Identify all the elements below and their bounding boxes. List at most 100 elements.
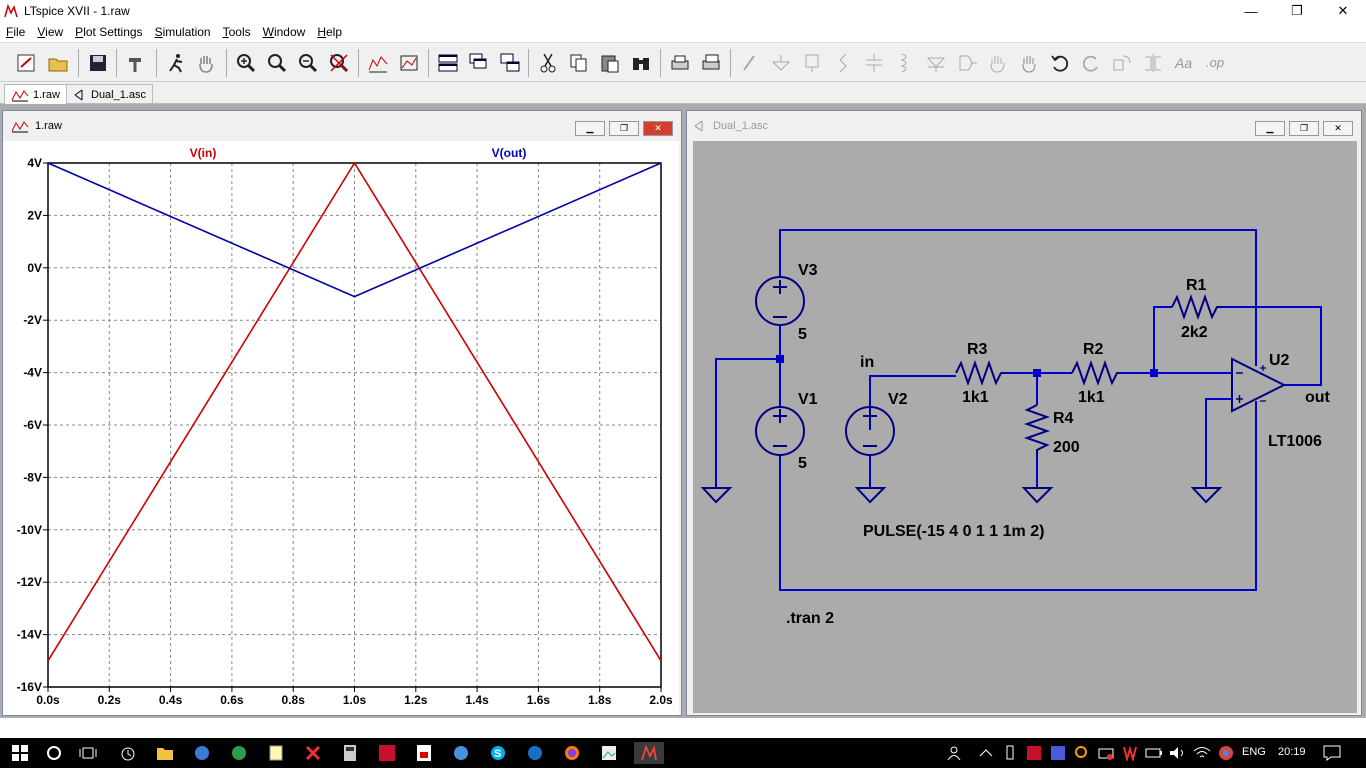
file-explorer-icon[interactable] (153, 742, 177, 764)
manual-limits-icon[interactable] (395, 49, 423, 77)
redo-icon[interactable] (1077, 49, 1105, 77)
save-icon[interactable] (84, 49, 112, 77)
messenger-icon[interactable] (449, 742, 473, 764)
maximize-button[interactable]: ❐ (1274, 0, 1320, 22)
ltspice-app-icon (4, 4, 18, 18)
usb-device-icon[interactable] (998, 742, 1022, 764)
volume-icon[interactable] (1166, 742, 1190, 764)
photo-app-icon[interactable] (597, 742, 621, 764)
plot-minimize-button[interactable]: ▁ (575, 121, 605, 136)
zoom-in-icon[interactable] (232, 49, 260, 77)
control-panel-hammer-icon[interactable] (122, 49, 150, 77)
schematic-minimize-button[interactable]: ▁ (1255, 121, 1285, 136)
tray-blue-app-icon[interactable] (1046, 742, 1070, 764)
language-indicator[interactable]: ENG (1242, 746, 1266, 758)
minimize-button[interactable]: — (1228, 0, 1274, 22)
mdi-workspace: 1.raw ▁ ❐ ✕ 0.0s 0.2s 0.4s 0.6s 0.8s 1.0s 1.2s… (0, 104, 1366, 718)
text-aa-icon[interactable]: Aa (1170, 49, 1198, 77)
draw-wire-icon[interactable] (736, 49, 764, 77)
tray-search-app-icon[interactable] (1070, 742, 1094, 764)
menu-plot-settings[interactable]: Plot Settings (69, 22, 148, 42)
battery-icon[interactable] (1142, 742, 1166, 764)
tile-horizontal-icon[interactable] (434, 49, 462, 77)
tile-vertical-icon[interactable] (496, 49, 524, 77)
network-globe-icon[interactable] (227, 742, 251, 764)
rotate-icon[interactable] (1108, 49, 1136, 77)
y-tick-label: -16V (17, 680, 42, 694)
red-app-icon[interactable] (375, 742, 399, 764)
inductor-icon[interactable] (891, 49, 919, 77)
plot-legend: V(in) V(out) (190, 146, 527, 160)
browser-globe-icon[interactable] (190, 742, 214, 764)
move-hand-icon[interactable] (984, 49, 1012, 77)
capacitor-icon[interactable] (860, 49, 888, 77)
find-binoculars-icon[interactable] (627, 49, 655, 77)
ground-icon[interactable] (767, 49, 795, 77)
calculator-icon[interactable] (338, 742, 362, 764)
schematic-icon (694, 120, 703, 132)
autorange-icon[interactable] (364, 49, 392, 77)
menu-tools[interactable]: Tools (217, 22, 257, 42)
paste-icon[interactable] (596, 49, 624, 77)
menu-view[interactable]: View (31, 22, 69, 42)
waveform-plot[interactable]: 0.0s 0.2s 0.4s 0.6s 0.8s 1.0s 1.2s 1.4s 1.6s 1.8s… (3, 141, 679, 715)
people-icon[interactable] (944, 742, 968, 764)
spice-directive-icon[interactable]: .op (1201, 49, 1229, 77)
label-net-icon[interactable] (798, 49, 826, 77)
zoom-fit-icon[interactable] (263, 49, 291, 77)
schematic-close-button[interactable]: ✕ (1323, 121, 1353, 136)
alarm-clock-icon[interactable] (116, 742, 140, 764)
close-x-app-icon[interactable] (301, 742, 325, 764)
component-icon[interactable] (953, 49, 981, 77)
action-center-icon[interactable] (1320, 742, 1344, 764)
cut-icon[interactable] (534, 49, 562, 77)
menu-file[interactable]: File (0, 22, 31, 42)
notepad-icon[interactable] (264, 742, 288, 764)
search-icon[interactable] (42, 742, 66, 764)
resistor-icon[interactable] (829, 49, 857, 77)
task-view-icon[interactable] (76, 742, 100, 764)
ltspice-taskbar-icon[interactable] (634, 742, 664, 764)
copy-icon[interactable] (565, 49, 593, 77)
skype-icon[interactable]: S (486, 742, 510, 764)
menu-simulation[interactable]: Simulation (149, 22, 217, 42)
tab-1-raw[interactable]: 1.raw (4, 84, 67, 104)
drag-hand-icon[interactable] (1015, 49, 1043, 77)
tray-red-app-icon[interactable] (1022, 742, 1046, 764)
diode-icon[interactable] (922, 49, 950, 77)
legend-entry[interactable]: V(out) (492, 146, 527, 160)
tray-network-adapter-icon[interactable] (1094, 742, 1118, 764)
cloud-app-icon[interactable] (523, 742, 547, 764)
menu-window[interactable]: Window (257, 22, 312, 42)
new-schematic-icon[interactable] (12, 49, 40, 77)
tab-dual-1-asc[interactable]: Dual_1.asc (66, 84, 154, 104)
close-button[interactable]: ✕ (1320, 0, 1366, 22)
schematic-canvas[interactable]: V3 5 V1 5 V2 in R3 1k1 R2 1k1 R1 2k2 R4 … (693, 141, 1357, 713)
legend-entry[interactable]: V(in) (190, 146, 217, 160)
print-icon[interactable] (666, 49, 694, 77)
zoom-out-icon[interactable] (294, 49, 322, 77)
x-tick-label: 0.4s (159, 693, 183, 707)
cascade-windows-icon[interactable] (465, 49, 493, 77)
firefox-icon[interactable] (560, 742, 584, 764)
title-bar: LTspice XVII - 1.raw — ❐ ✕ (0, 0, 1366, 22)
pan-hand-icon[interactable] (192, 49, 220, 77)
chrome-tray-icon[interactable] (1214, 742, 1238, 764)
tray-antivirus-icon[interactable] (1118, 742, 1142, 764)
plot-close-button[interactable]: ✕ (643, 121, 673, 136)
menu-help[interactable]: Help (311, 22, 348, 42)
windows-start-icon[interactable] (8, 742, 32, 764)
open-folder-icon[interactable] (44, 49, 72, 77)
label-r3: R3 (967, 341, 988, 358)
undo-icon[interactable] (1046, 49, 1074, 77)
pdf-reader-icon[interactable] (412, 742, 436, 764)
zoom-cancel-icon[interactable] (325, 49, 353, 77)
clock-time[interactable]: 20:19 (1278, 746, 1306, 758)
mirror-icon[interactable] (1139, 49, 1167, 77)
print-preview-icon[interactable] (697, 49, 725, 77)
schematic-restore-button[interactable]: ❐ (1289, 121, 1319, 136)
run-simulation-icon[interactable] (162, 49, 190, 77)
plot-restore-button[interactable]: ❐ (609, 121, 639, 136)
show-hidden-icons-chevron[interactable] (974, 742, 998, 764)
wifi-icon[interactable] (1190, 742, 1214, 764)
